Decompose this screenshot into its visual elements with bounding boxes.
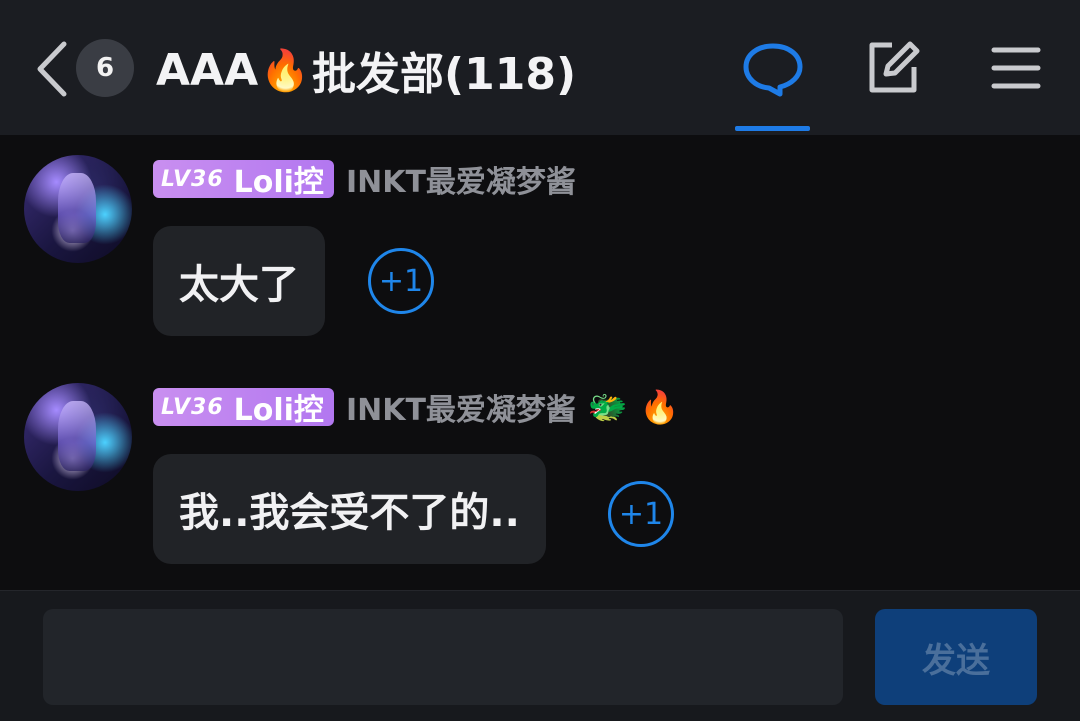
- message-item: LV36 Loli控 INKT最爱凝梦酱 🐲 🔥 我..我会受不了的.. +1: [0, 363, 1080, 583]
- send-button[interactable]: 发送: [875, 609, 1037, 705]
- fire-icon: 🔥: [639, 388, 680, 426]
- active-tab-indicator: [735, 126, 810, 131]
- message-bubble[interactable]: 我..我会受不了的..: [153, 454, 546, 564]
- level-text: LV36: [161, 166, 224, 192]
- top-bar: 6 AAA 🔥 批发部(118): [0, 0, 1080, 135]
- dragon-icon: 🐲: [587, 388, 628, 426]
- message-meta: LV36 Loli控 INKT最爱凝梦酱 🐲 🔥: [153, 385, 680, 429]
- message-bubble[interactable]: 太大了: [153, 226, 325, 336]
- chat-screen: 6 AAA 🔥 批发部(118) LV36 Loli控 INKT最爱凝梦酱 太大…: [0, 0, 1080, 721]
- avatar[interactable]: [24, 383, 132, 491]
- level-badge: LV36 Loli控: [153, 160, 334, 200]
- plus-one-button[interactable]: +1: [608, 481, 674, 547]
- message-meta: LV36 Loli控 INKT最爱凝梦酱: [153, 157, 576, 201]
- sender-name[interactable]: INKT最爱凝梦酱: [346, 385, 576, 429]
- composer-bar: 发送: [0, 590, 1080, 721]
- badge-title: Loli控: [233, 165, 324, 200]
- badge-title: Loli控: [233, 393, 324, 428]
- sender-name[interactable]: INKT最爱凝梦酱: [346, 157, 576, 201]
- menu-button[interactable]: [988, 40, 1044, 96]
- hamburger-menu-icon: [991, 47, 1041, 89]
- fire-icon: 🔥: [260, 47, 310, 94]
- chat-title: AAA 🔥 批发部(118): [156, 38, 576, 102]
- chat-title-suffix: 批发部(118): [311, 49, 577, 100]
- level-badge: LV36 Loli控: [153, 388, 334, 428]
- message-item: LV36 Loli控 INKT最爱凝梦酱 太大了 +1: [0, 135, 1080, 350]
- level-text: LV36: [161, 394, 224, 420]
- avatar[interactable]: [24, 155, 132, 263]
- edit-button[interactable]: [862, 36, 924, 98]
- unread-count-badge[interactable]: 6: [76, 39, 134, 97]
- tab-chat[interactable]: [736, 34, 810, 130]
- edit-note-icon: [869, 41, 920, 93]
- plus-one-button[interactable]: +1: [368, 248, 434, 314]
- chevron-left-icon: [37, 41, 67, 97]
- message-input[interactable]: [43, 609, 843, 705]
- chat-bubble-icon: [743, 43, 803, 97]
- back-button[interactable]: [30, 36, 76, 102]
- chat-title-prefix: AAA: [156, 44, 259, 96]
